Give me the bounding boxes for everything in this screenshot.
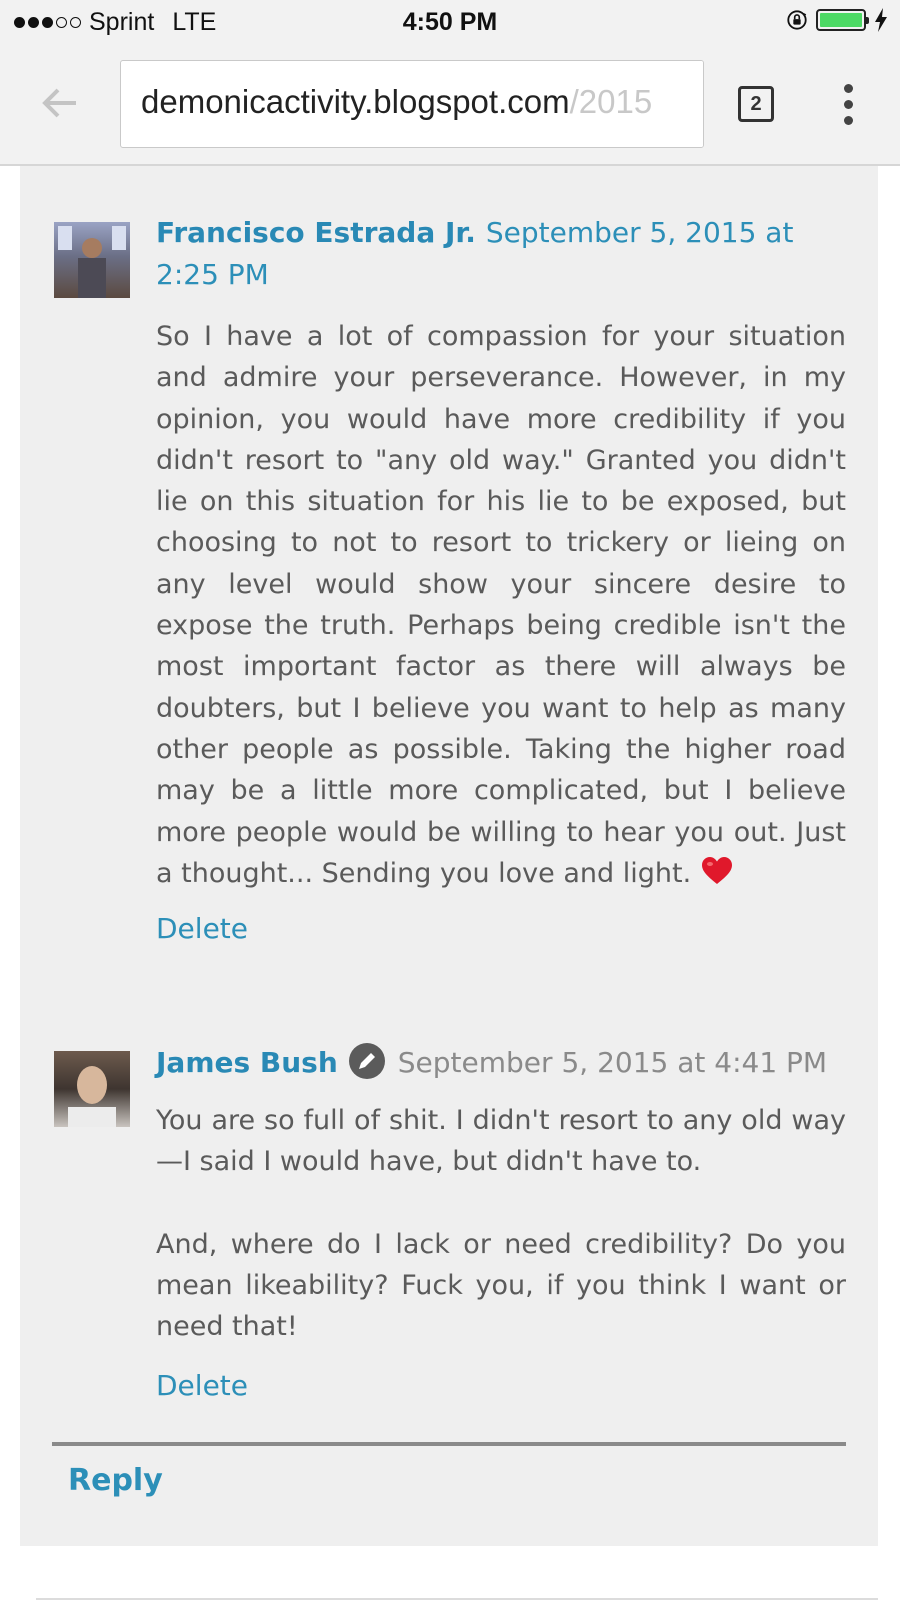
- avatar[interactable]: [54, 222, 130, 298]
- url-path: /2015: [569, 83, 653, 120]
- avatar-photo-icon: [58, 226, 126, 298]
- url-fade: [663, 61, 703, 147]
- comment-body: So I have a lot of compassion for your s…: [156, 316, 846, 894]
- status-bar: Sprint LTE 4:50 PM: [0, 0, 900, 46]
- avatar-photo-icon: [68, 1066, 116, 1127]
- url-text: demonicactivity.blogspot.com/2015: [141, 83, 652, 121]
- reply-link[interactable]: Reply: [68, 1463, 163, 1498]
- comment-paragraph: And, where do I lack or need credibility…: [156, 1228, 846, 1343]
- back-arrow-icon[interactable]: [36, 78, 86, 128]
- comment-author[interactable]: James Bush: [156, 1046, 338, 1079]
- battery-icon: [816, 9, 869, 31]
- orientation-lock-icon: [787, 10, 807, 30]
- comment-body: You are so full of shit. I didn't resort…: [156, 1100, 846, 1347]
- divider: [52, 1442, 846, 1446]
- heart-icon: [702, 856, 733, 884]
- avatar[interactable]: [54, 1051, 130, 1127]
- charging-bolt-icon: [875, 8, 887, 32]
- delete-link[interactable]: Delete: [156, 1369, 248, 1402]
- comment-header: Francisco Estrada Jr. September 5, 2015 a…: [156, 212, 846, 296]
- comment-header: James Bush September 5, 2015 at 4:41 PM: [156, 1042, 846, 1084]
- tab-switcher-button[interactable]: 2: [738, 86, 774, 122]
- url-domain: demonicactivity.blogspot.com: [141, 83, 570, 120]
- comment-author[interactable]: Francisco Estrada Jr.: [156, 216, 476, 249]
- url-bar[interactable]: demonicactivity.blogspot.com/2015: [120, 60, 704, 148]
- comment-text: So I have a lot of compassion for your s…: [156, 321, 846, 889]
- comment-date[interactable]: September 5, 2015 at 4:41 PM: [398, 1046, 827, 1079]
- comment-paragraph: You are so full of shit. I didn't resort…: [156, 1105, 846, 1178]
- status-right: [786, 8, 888, 32]
- status-time: 4:50 PM: [402, 8, 498, 36]
- browser-toolbar: demonicactivity.blogspot.com/2015 2: [0, 46, 900, 166]
- delete-link[interactable]: Delete: [156, 912, 248, 945]
- overflow-menu-icon[interactable]: [838, 84, 858, 128]
- pencil-icon: [348, 1043, 385, 1079]
